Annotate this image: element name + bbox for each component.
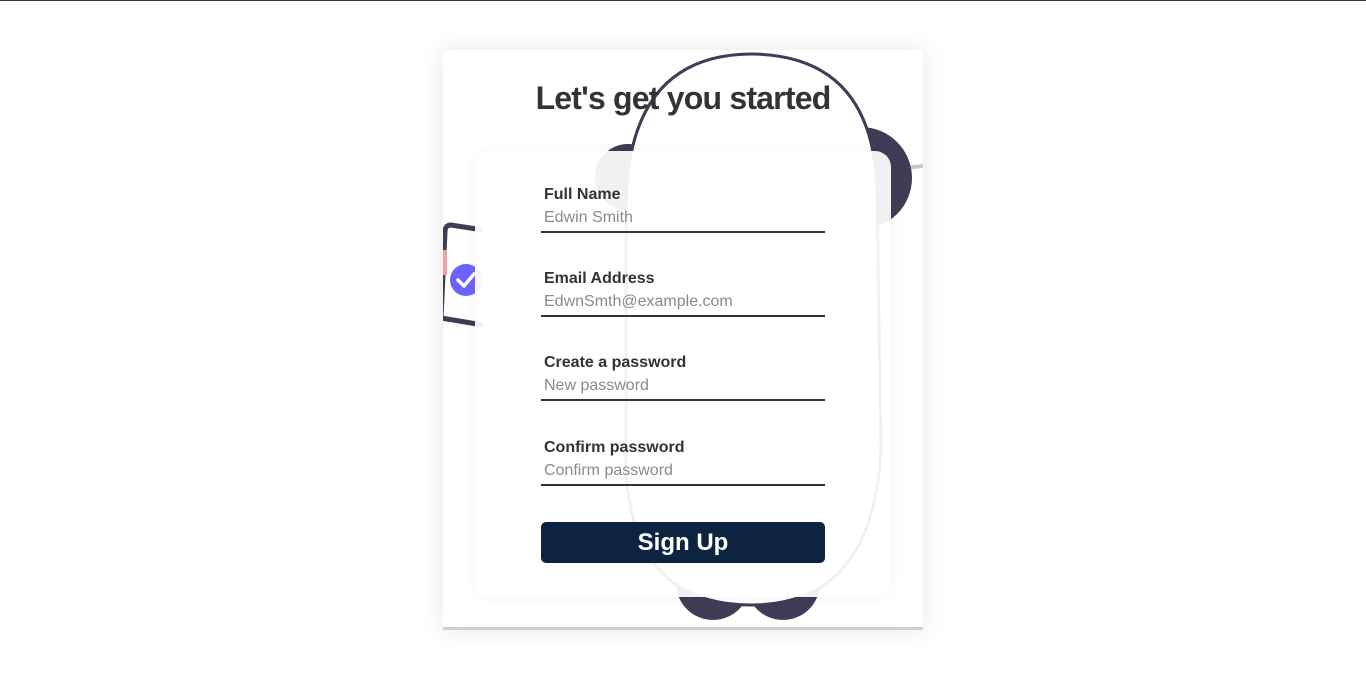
sign-up-button[interactable]: Sign Up (541, 522, 825, 563)
password-field: Create a password (541, 353, 825, 401)
full-name-field: Full Name (541, 185, 825, 233)
page-title: Let's get you started (535, 80, 832, 116)
password-label: Create a password (544, 354, 687, 371)
email-field: Email Address (541, 269, 825, 317)
email-input[interactable] (541, 289, 825, 317)
confirm-password-label: Confirm password (544, 439, 685, 456)
top-divider (0, 0, 1366, 1)
confirm-password-field: Confirm password (541, 438, 825, 486)
signup-form: Full Name Email Address Create a passwor… (475, 151, 891, 597)
signup-card: Let's get you started Full Name Email Ad… (443, 50, 923, 630)
full-name-input[interactable] (541, 205, 825, 233)
email-label: Email Address (544, 270, 655, 287)
full-name-label: Full Name (544, 186, 621, 203)
confirm-password-input[interactable] (541, 458, 825, 486)
password-input[interactable] (541, 373, 825, 401)
